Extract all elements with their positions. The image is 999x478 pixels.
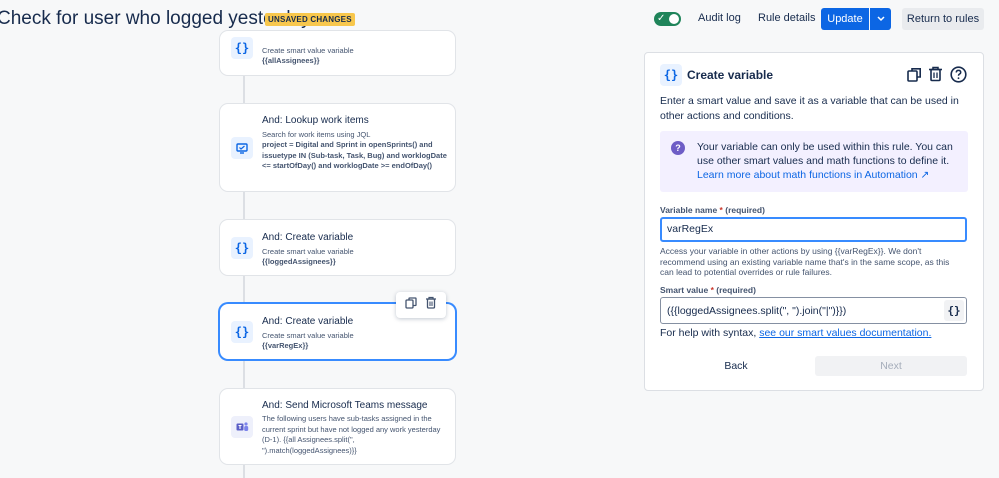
rule-details-link[interactable]: Rule details: [758, 12, 815, 24]
braces-icon: {}: [660, 64, 682, 86]
flow-card-send-teams-message[interactable]: And: Send Microsoft Teams message The fo…: [219, 388, 456, 465]
card-detail: {{varRegEx}}: [262, 341, 309, 350]
card-title: And: Send Microsoft Teams message: [262, 400, 428, 411]
info-text: Your variable can only be used within th…: [697, 140, 959, 182]
card-detail: {{loggedAssignees}}: [262, 257, 336, 266]
chevron-down-icon: [876, 16, 885, 22]
info-section-message: ? Your variable can only be used within …: [660, 131, 968, 192]
flow-card-lookup-work-items[interactable]: And: Lookup work items Search for work i…: [219, 103, 456, 192]
card-title: And: Create variable: [262, 232, 354, 243]
update-button[interactable]: Update: [821, 8, 869, 30]
rule-enabled-toggle[interactable]: ✓: [654, 12, 681, 26]
card-title: And: Lookup work items: [262, 115, 369, 126]
card-detail: project = Digital and Sprint in openSpri…: [262, 140, 447, 170]
back-button[interactable]: Back: [660, 356, 812, 376]
braces-icon: {}: [231, 37, 253, 59]
required-mark: *: [710, 285, 714, 295]
required-text: (required): [716, 285, 756, 295]
check-icon: ✓: [657, 13, 666, 24]
label-text: Smart value: [660, 285, 709, 295]
help-icon[interactable]: [950, 66, 967, 88]
trash-icon[interactable]: [928, 66, 943, 87]
card-body: The following users have sub-tasks assig…: [262, 414, 441, 455]
copy-icon[interactable]: [405, 296, 417, 314]
smart-values-docs-link[interactable]: see our smart values documentation.: [759, 327, 931, 339]
card-subtitle: Search for work items using JQL: [262, 130, 371, 139]
monitor-icon: [231, 137, 253, 159]
card-subtitle: Create smart value variable: [262, 247, 354, 256]
flow-card-create-variable-all-assignees[interactable]: {} Create smart value variable {{allAssi…: [219, 30, 456, 76]
syntax-help: For help with syntax, see our smart valu…: [660, 327, 931, 339]
panel-description: Enter a smart value and save it as a var…: [660, 95, 959, 122]
variable-name-helper-text: Access your variable in other actions by…: [660, 246, 950, 277]
update-dropdown-button[interactable]: [870, 8, 891, 30]
audit-log-link[interactable]: Audit log: [698, 12, 741, 24]
card-action-toolbar: [396, 292, 446, 318]
toggle-knob: [669, 14, 679, 24]
teams-icon: [231, 416, 253, 438]
required-text: (required): [725, 205, 765, 215]
info-message: Your variable can only be used within th…: [697, 141, 953, 167]
unsaved-changes-badge: UNSAVED CHANGES: [265, 13, 355, 26]
panel-title: Create variable: [687, 68, 774, 82]
return-to-rules-button[interactable]: Return to rules: [902, 8, 984, 30]
panel-actions: [907, 65, 969, 85]
next-button[interactable]: Next: [815, 356, 967, 376]
braces-icon: {}: [231, 237, 253, 259]
variable-name-input[interactable]: varRegEx: [660, 217, 967, 242]
label-text: Variable name: [660, 205, 718, 215]
flow-card-create-variable-logged-assignees[interactable]: {} And: Create variable Create smart val…: [219, 219, 456, 276]
syntax-help-text: For help with syntax,: [660, 327, 757, 339]
math-functions-link[interactable]: Learn more about math functions in Autom…: [697, 169, 929, 181]
braces-icon: {}: [231, 321, 253, 343]
create-variable-panel: {} Create variable Enter a smart value a…: [644, 52, 984, 391]
card-subtitle: Create smart value variable: [262, 331, 354, 340]
card-subtitle: Create smart value variable: [262, 46, 354, 55]
variable-name-label: Variable name * (required): [660, 205, 765, 215]
smart-value-label: Smart value * (required): [660, 285, 756, 295]
question-circle-icon: ?: [671, 141, 685, 155]
smart-value-text: ({{loggedAssignees.split(", ").join("|")…: [667, 305, 847, 317]
card-title: And: Create variable: [262, 316, 354, 327]
rule-header: Check for user who logged yesterday UNSA…: [0, 0, 999, 40]
smart-value-input[interactable]: ({{loggedAssignees.split(", ").join("|")…: [660, 297, 967, 324]
duplicate-icon[interactable]: [907, 67, 922, 87]
card-detail: {{allAssignees}}: [262, 56, 320, 65]
trash-icon[interactable]: [425, 296, 437, 314]
braces-icon[interactable]: {}: [944, 300, 964, 321]
required-mark: *: [719, 205, 723, 215]
